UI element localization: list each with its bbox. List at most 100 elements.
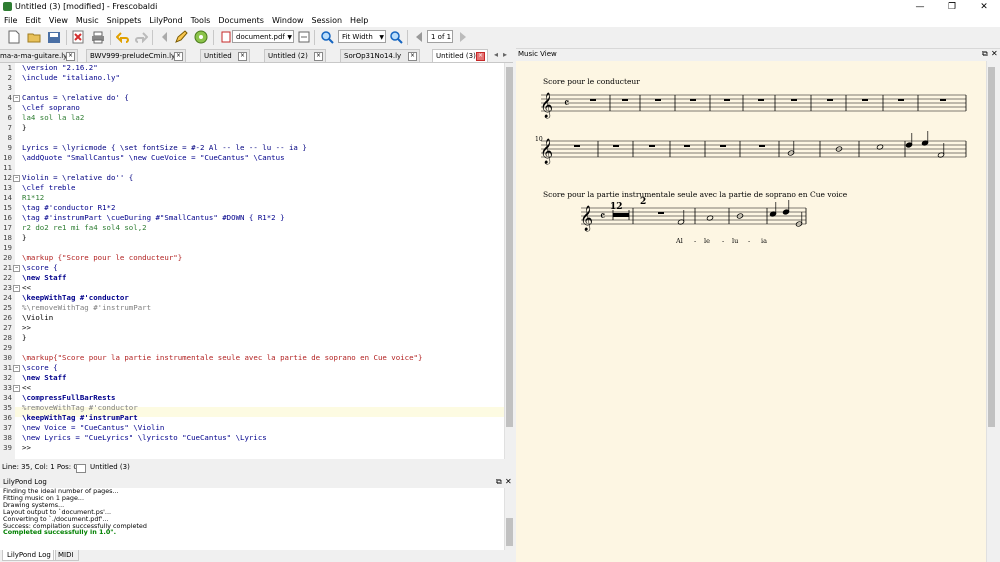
line-number: 36 — [3, 413, 12, 422]
code-line: \include "italiano.ly" — [22, 73, 120, 82]
code-editor[interactable]: 1 \version "2.16.2" 2 \include "italiano.ly… — [0, 63, 504, 459]
log-scrollbar-thumb[interactable] — [506, 518, 513, 546]
music-view-scrollbar[interactable] — [986, 61, 996, 562]
whole-rest — [690, 99, 696, 101]
toolbar-separator — [407, 30, 408, 45]
close-tab-icon[interactable]: × — [408, 52, 417, 61]
line-number: 4 — [7, 93, 12, 102]
fold-toggle-icon[interactable]: − — [13, 285, 20, 292]
document-select[interactable]: document.pdf ▼ — [232, 30, 294, 43]
code-line: \keepWithTag #'conductor — [22, 293, 129, 302]
close-tab-icon[interactable]: × — [238, 52, 247, 61]
print-icon[interactable] — [90, 29, 106, 45]
float-panel-icon[interactable]: ⧉ — [496, 476, 502, 488]
redo-icon[interactable] — [133, 29, 149, 45]
editor-scrollbar-thumb[interactable] — [506, 67, 513, 427]
code-line: r2 do2 re1 mi fa4 sol4 sol,2 — [22, 223, 147, 232]
line-number: 26 — [3, 313, 12, 322]
tab-lilypond-log[interactable]: LilyPond Log — [2, 550, 56, 561]
menu-lilypond[interactable]: LilyPond — [145, 14, 186, 27]
menu-session[interactable]: Session — [308, 14, 347, 27]
line-number: 32 — [3, 373, 12, 382]
page-select[interactable]: 1 of 1 — [427, 30, 453, 43]
menu-window[interactable]: Window — [268, 14, 308, 27]
menu-documents[interactable]: Documents — [214, 14, 268, 27]
previous-page-icon[interactable] — [411, 29, 427, 45]
line-number: 22 — [3, 273, 12, 282]
fold-toggle-icon[interactable]: − — [13, 175, 20, 182]
tab-midi[interactable]: MIDI — [53, 550, 79, 561]
zoom-out-icon[interactable] — [388, 29, 404, 45]
tab-bwv999[interactable]: BWV999-preludeCmin.ly × — [86, 49, 186, 62]
whole-rest — [613, 145, 619, 147]
tab-untitled[interactable]: Untitled × — [200, 49, 250, 62]
chevron-down-icon: ▼ — [379, 34, 384, 41]
line-number: 8 — [7, 133, 12, 142]
line-number: 11 — [3, 163, 12, 172]
tab-ma-guitare[interactable]: ma-a-ma-guitare.ly × — [0, 49, 78, 62]
save-icon[interactable] — [46, 29, 62, 45]
tab-sorop31no14[interactable]: SorOp31No14.ly × — [340, 49, 420, 62]
fold-toggle-icon[interactable]: − — [13, 95, 20, 102]
line-number: 13 — [3, 183, 12, 192]
close-tab-icon[interactable]: × — [314, 52, 323, 61]
close-tab-icon[interactable]: × — [66, 52, 75, 61]
code-line: } — [22, 333, 27, 342]
menu-music[interactable]: Music — [72, 14, 103, 27]
close-document-icon[interactable] — [70, 29, 86, 45]
line-number: 21 — [3, 263, 12, 272]
window-controls: — ❐ ✕ — [904, 0, 1000, 14]
whole-rest — [574, 145, 580, 147]
next-page-icon[interactable] — [455, 29, 471, 45]
maximize-button[interactable]: ❐ — [936, 0, 968, 14]
tab-scroll-right-icon[interactable]: ▸ — [503, 50, 507, 59]
new-document-icon[interactable] — [6, 29, 22, 45]
close-panel-icon[interactable]: ✕ — [505, 476, 512, 488]
line-number: 35 — [3, 403, 12, 412]
engrave-icon[interactable] — [193, 29, 209, 45]
line-number: 25 — [3, 303, 12, 312]
tab-untitled-2[interactable]: Untitled (2) × — [264, 49, 326, 62]
menu-edit[interactable]: Edit — [21, 14, 45, 27]
menu-tools[interactable]: Tools — [187, 14, 215, 27]
close-panel-icon[interactable]: ✕ — [991, 48, 998, 60]
close-window-button[interactable]: ✕ — [968, 0, 1000, 14]
whole-rest — [862, 99, 868, 101]
menu-bar: File Edit View Music Snippets LilyPond T… — [0, 14, 1000, 27]
score-display[interactable]: Score pour le conducteur Score pour la p… — [516, 61, 986, 562]
menu-snippets[interactable]: Snippets — [103, 14, 146, 27]
tab-scroll-left-icon[interactable]: ◂ — [494, 50, 498, 59]
music-view-scrollbar-thumb[interactable] — [988, 67, 995, 427]
menu-file[interactable]: File — [0, 14, 21, 27]
fold-toggle-icon[interactable]: − — [13, 365, 20, 372]
fold-toggle-icon[interactable]: − — [13, 265, 20, 272]
menu-view[interactable]: View — [45, 14, 72, 27]
window-title: Untitled (3) [modified] - Frescobaldi — [15, 2, 158, 11]
float-panel-icon[interactable]: ⧉ — [982, 48, 988, 60]
undo-icon[interactable] — [115, 29, 131, 45]
minimize-button[interactable]: — — [904, 0, 936, 14]
toolbar-separator — [213, 30, 214, 45]
close-tab-icon[interactable]: × — [476, 52, 485, 61]
line-number: 29 — [3, 343, 12, 352]
lyric-hyphen: - — [722, 237, 725, 245]
line-number: 33 — [3, 383, 12, 392]
code-line: la4 sol la la2 — [22, 113, 85, 122]
zoom-select[interactable]: Fit Width ▼ — [338, 30, 386, 43]
toolbar-separator — [66, 30, 67, 45]
sync-icon[interactable] — [296, 29, 312, 45]
open-folder-icon[interactable] — [26, 29, 42, 45]
close-tab-icon[interactable]: × — [174, 52, 183, 61]
edit-pencil-icon[interactable] — [173, 29, 189, 45]
code-line: >> — [22, 443, 31, 452]
line-number: 28 — [3, 333, 12, 342]
zoom-in-icon[interactable] — [319, 29, 335, 45]
back-arrow-icon[interactable] — [157, 29, 173, 45]
tab-untitled-3[interactable]: Untitled (3) × — [432, 49, 488, 62]
code-line: \score { — [22, 263, 58, 272]
line-number: 2 — [7, 73, 12, 82]
code-line: \markup{"Score pour la partie instrument… — [22, 353, 423, 362]
line-number: 39 — [3, 443, 12, 452]
menu-help[interactable]: Help — [346, 14, 372, 27]
fold-toggle-icon[interactable]: − — [13, 385, 20, 392]
